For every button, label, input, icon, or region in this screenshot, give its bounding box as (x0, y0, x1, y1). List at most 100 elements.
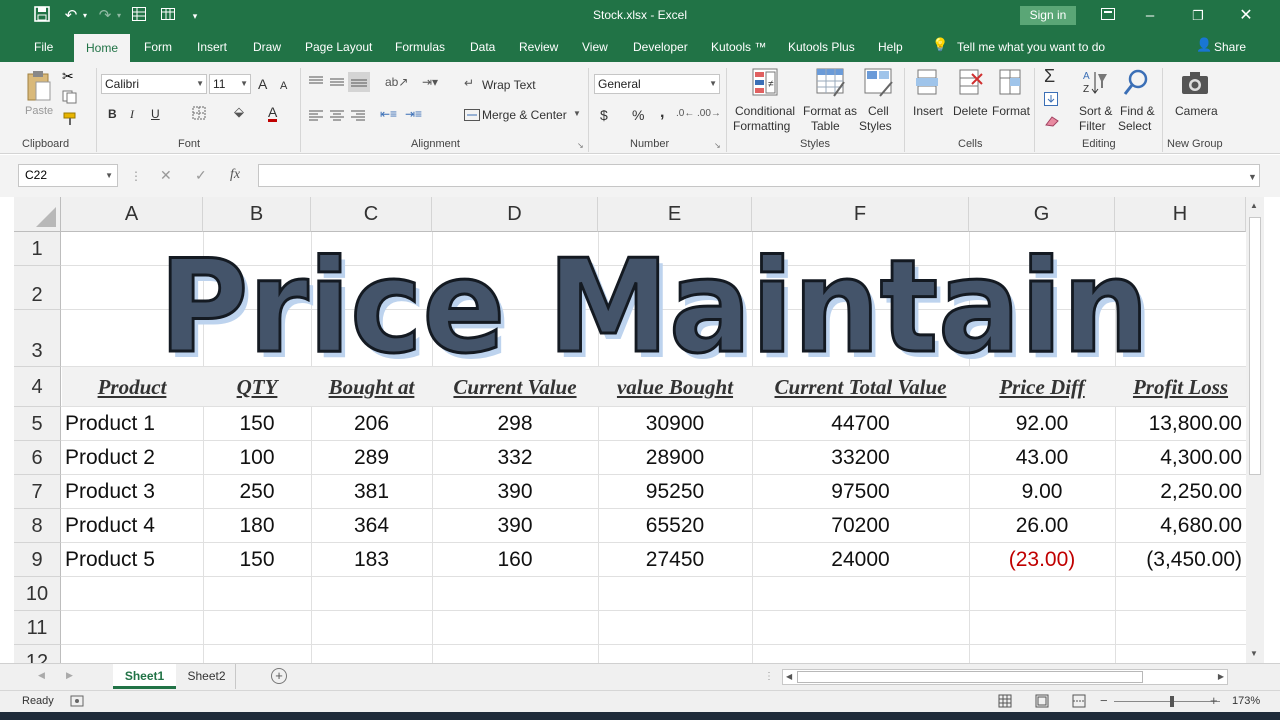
borders-icon[interactable] (192, 106, 206, 125)
row-header-5[interactable]: 5 (14, 407, 61, 441)
align-center-icon[interactable] (329, 108, 345, 126)
horizontal-scrollbar[interactable]: ◀ ▶ (782, 669, 1228, 685)
cell-c7[interactable]: 381 (311, 475, 432, 509)
row-header-3[interactable]: 3 (14, 310, 61, 367)
tell-me-search[interactable]: Tell me what you want to do (957, 40, 1105, 54)
tab-file[interactable]: File (34, 40, 53, 54)
format-painter-icon[interactable] (62, 112, 78, 131)
camera-icon[interactable] (1180, 70, 1210, 101)
top-align-icon[interactable] (308, 75, 324, 93)
tab-insert[interactable]: Insert (197, 40, 227, 54)
ribbon-display-icon[interactable] (1098, 6, 1118, 26)
cell-h7[interactable]: 2,250.00 (1115, 475, 1242, 509)
wrap-text-icon[interactable]: ↵ (464, 76, 474, 90)
cell-styles-label-1[interactable]: Cell (868, 104, 889, 118)
format-as-table-icon[interactable] (816, 68, 846, 103)
cell-c5[interactable]: 206 (311, 407, 432, 441)
sheet-next-icon[interactable]: ▶ (66, 670, 73, 681)
insert-function-button[interactable]: fx (230, 168, 240, 182)
row-header-1[interactable]: 1 (14, 232, 61, 266)
cell-a9[interactable]: Product 5 (65, 543, 155, 577)
cell-f9[interactable]: 24000 (752, 543, 969, 577)
sign-in-button[interactable]: Sign in (1020, 6, 1076, 25)
find-select-label-1[interactable]: Find & (1120, 104, 1155, 118)
cell-e5[interactable]: 30900 (598, 407, 752, 441)
grow-font-button[interactable]: A (258, 77, 267, 91)
cell-b5[interactable]: 150 (203, 407, 311, 441)
cell-b6[interactable]: 100 (203, 441, 311, 475)
cell-a8[interactable]: Product 4 (65, 509, 155, 543)
column-header-c[interactable]: C (311, 197, 432, 232)
wrap-text-button[interactable]: Wrap Text (482, 78, 536, 92)
row-header-8[interactable]: 8 (14, 509, 61, 543)
format-cells-button[interactable]: Format (992, 104, 1030, 118)
vertical-scrollbar[interactable]: ▲ ▼ (1246, 197, 1264, 663)
currency-button[interactable]: $ (600, 108, 608, 122)
cell-f6[interactable]: 33200 (752, 441, 969, 475)
zoom-out-icon[interactable]: − (1100, 693, 1108, 708)
cell-b7[interactable]: 250 (203, 475, 311, 509)
delete-cells-button[interactable]: Delete (953, 104, 988, 118)
italic-button[interactable]: I (130, 107, 134, 121)
cell-d9[interactable]: 160 (432, 543, 598, 577)
alignment-launcher-icon[interactable]: ↘ (577, 141, 584, 150)
sheet-tab-sheet1[interactable]: Sheet1 (113, 664, 176, 689)
row-header-12[interactable]: 12 (14, 645, 61, 663)
insert-cells-icon[interactable] (914, 68, 942, 103)
sort-filter-label-2[interactable]: Filter (1079, 119, 1106, 133)
cell-c9[interactable]: 183 (311, 543, 432, 577)
confirm-entry-icon[interactable]: ✓ (195, 168, 207, 182)
page-break-view-icon[interactable] (1072, 694, 1086, 711)
tab-draw[interactable]: Draw (253, 40, 281, 54)
sheet-tab-sheet2[interactable]: Sheet2 (178, 664, 236, 689)
percent-button[interactable]: % (632, 108, 644, 122)
align-left-icon[interactable] (308, 108, 324, 126)
middle-align-icon[interactable] (329, 75, 345, 93)
conditional-formatting-icon[interactable]: ≠ (752, 68, 780, 103)
font-color-button[interactable]: A (268, 105, 278, 122)
number-format-box[interactable]: General ▼ (594, 74, 720, 94)
clear-icon[interactable] (1044, 114, 1060, 132)
increase-decimal-icon[interactable]: .0← (676, 108, 694, 119)
scroll-left-icon[interactable]: ◀ (786, 672, 792, 681)
zoom-in-icon[interactable]: + (1210, 693, 1218, 708)
shrink-font-button[interactable]: A (280, 79, 287, 93)
scroll-right-icon[interactable]: ▶ (1218, 672, 1224, 681)
row-header-4[interactable]: 4 (14, 367, 61, 407)
column-header-b[interactable]: B (203, 197, 311, 232)
fill-icon[interactable] (1044, 92, 1058, 111)
cell-g9[interactable]: (23.00) (969, 543, 1115, 577)
increase-indent-icon[interactable]: ⇥≡ (405, 107, 422, 121)
expand-formula-icon[interactable]: ▼ (1248, 170, 1257, 184)
cell-g7[interactable]: 9.00 (969, 475, 1115, 509)
merge-center-button[interactable]: Merge & Center (482, 108, 567, 122)
font-size-box[interactable]: 11 ▼ (209, 74, 251, 94)
format-as-table-label-1[interactable]: Format as (803, 104, 857, 118)
tab-view[interactable]: View (582, 40, 608, 54)
cell-h6[interactable]: 4,300.00 (1115, 441, 1242, 475)
insert-cells-button[interactable]: Insert (913, 104, 943, 118)
maximize-icon[interactable]: ❐ (1188, 6, 1208, 26)
fill-color-icon[interactable]: ⬙ (234, 104, 244, 120)
new-sheet-icon[interactable]: + (271, 668, 287, 684)
tab-form[interactable]: Form (144, 40, 172, 54)
cell-e9[interactable]: 27450 (598, 543, 752, 577)
column-header-f[interactable]: F (752, 197, 969, 232)
share-button[interactable]: Share (1214, 40, 1246, 54)
cell-c6[interactable]: 289 (311, 441, 432, 475)
scroll-up-icon[interactable]: ▲ (1250, 201, 1258, 210)
cell-c8[interactable]: 364 (311, 509, 432, 543)
zoom-slider[interactable] (1114, 701, 1220, 702)
cell-h9[interactable]: (3,450.00) (1115, 543, 1242, 577)
underline-button[interactable]: U (151, 107, 160, 121)
cell-g5[interactable]: 92.00 (969, 407, 1115, 441)
find-select-label-2[interactable]: Select (1118, 119, 1151, 133)
row-header-6[interactable]: 6 (14, 441, 61, 475)
copy-icon[interactable] (62, 90, 78, 109)
format-cells-icon[interactable] (996, 68, 1024, 103)
merge-center-icon[interactable] (464, 108, 480, 126)
cell-styles-label-2[interactable]: Styles (859, 119, 892, 133)
find-select-icon[interactable] (1122, 68, 1150, 103)
cell-d5[interactable]: 298 (432, 407, 598, 441)
row-header-2[interactable]: 2 (14, 266, 61, 310)
